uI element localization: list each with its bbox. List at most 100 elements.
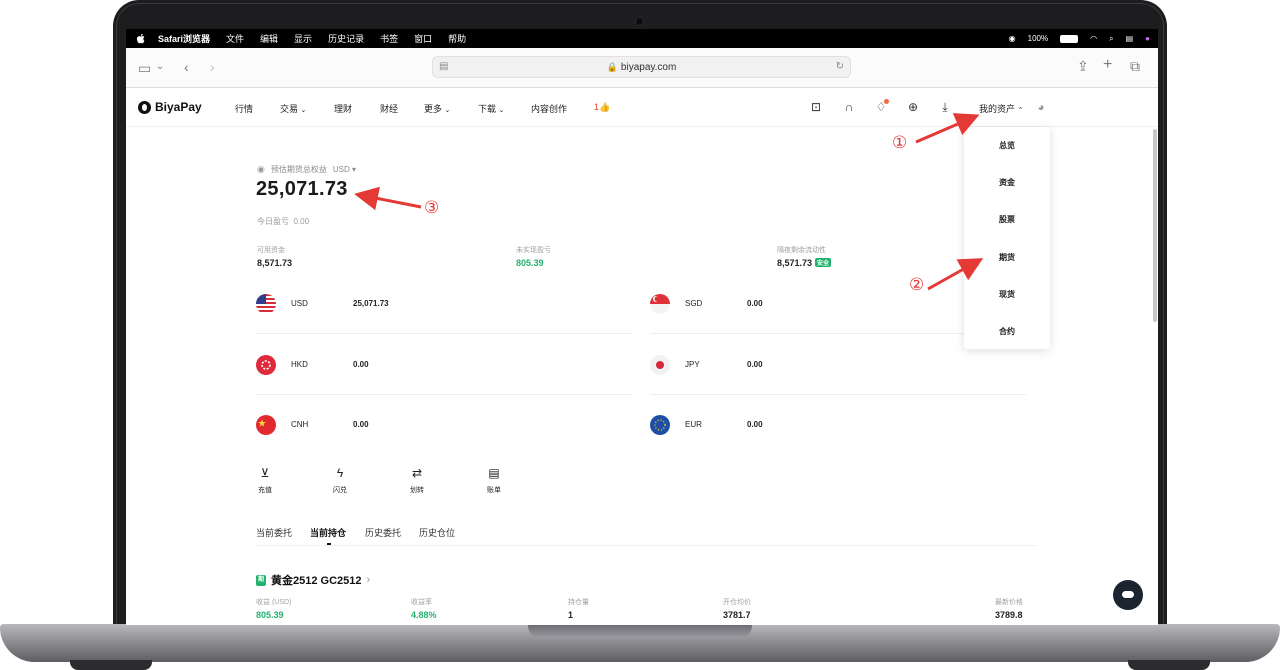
- currency-value: 0.00: [747, 299, 763, 308]
- reader-icon[interactable]: ▤: [439, 61, 448, 72]
- reload-icon[interactable]: ↻: [836, 61, 844, 72]
- flash-exchange-label: 闪兑: [333, 487, 347, 494]
- statement-label: 账单: [487, 487, 501, 494]
- menu-window[interactable]: 窗口: [414, 32, 432, 45]
- tab-position-history[interactable]: 历史仓位: [419, 526, 455, 539]
- tab-overview-icon[interactable]: ⧉: [1130, 59, 1140, 73]
- position-qty-label: 持仓量: [568, 599, 589, 606]
- wallet-icon[interactable]: ⊡: [809, 100, 823, 114]
- download-icon[interactable]: ⤓: [938, 100, 952, 114]
- my-assets-menu[interactable]: 我的资产 ⌃: [979, 102, 1023, 115]
- menu-edit[interactable]: 编辑: [260, 32, 278, 45]
- position-last-price-value: 3789.8: [995, 610, 1023, 620]
- position-header[interactable]: 期 黄金2512 GC2512 ›: [256, 572, 370, 588]
- cn-flag-icon: [256, 415, 276, 435]
- flash-exchange-button[interactable]: ϟ 闪兑: [325, 465, 355, 495]
- address-bar[interactable]: ▤ 🔒 biyapay.com ↻: [432, 56, 851, 78]
- nav-download-label: 下载: [478, 104, 497, 114]
- user-status-icon[interactable]: ◉: [1009, 34, 1016, 43]
- url-text: biyapay.com: [620, 61, 677, 73]
- hk-flag-icon: [256, 355, 276, 375]
- position-pnl: 收益 (USD) 805.39: [256, 597, 291, 620]
- nav-news[interactable]: 财经: [380, 102, 398, 115]
- transfer-label: 划转: [410, 487, 424, 494]
- apple-icon[interactable]: [136, 33, 146, 44]
- dropdown-item-stocks[interactable]: 股票: [964, 214, 1050, 225]
- position-open-price-value: 3781.7: [723, 610, 751, 620]
- currency-code: CNH: [291, 420, 309, 429]
- bell-icon[interactable]: ♢: [874, 99, 889, 114]
- battery-icon[interactable]: [1060, 34, 1079, 43]
- back-icon[interactable]: ‹: [184, 60, 189, 74]
- annotation-3: ③: [424, 198, 440, 218]
- currency-code: SGD: [685, 299, 703, 308]
- nav-trade-label: 交易: [280, 104, 299, 114]
- currency-code: JPY: [685, 360, 700, 369]
- nav-wealth[interactable]: 理财: [334, 102, 352, 115]
- nav-trade[interactable]: 交易 ⌄: [280, 102, 306, 115]
- dropdown-item-funds[interactable]: 资金: [964, 177, 1050, 188]
- menu-help[interactable]: 帮助: [448, 32, 466, 45]
- currency-select[interactable]: USD ▾: [333, 165, 356, 174]
- chevron-down-icon[interactable]: ⌄: [156, 60, 164, 74]
- sg-flag-icon: [650, 294, 670, 314]
- position-return-value: 4.88%: [411, 610, 437, 620]
- menu-app-name[interactable]: Safari浏览器: [158, 32, 210, 45]
- tab-open-orders[interactable]: 当前委托: [256, 526, 292, 539]
- eu-flag-icon: [650, 415, 670, 435]
- annotation-2: ②: [909, 275, 925, 295]
- globe-icon[interactable]: ⊕: [906, 100, 920, 114]
- menu-bookmarks[interactable]: 书签: [380, 32, 398, 45]
- currency-row-cnh: CNH 0.00: [256, 415, 632, 455]
- siri-icon[interactable]: ●: [1145, 34, 1150, 43]
- dropdown-item-overview[interactable]: 总览: [964, 140, 1050, 151]
- menu-view[interactable]: 显示: [294, 32, 312, 45]
- new-tab-icon[interactable]: +: [1103, 57, 1112, 73]
- currency-row-eur: EUR 0.00: [650, 415, 1026, 455]
- screen: Safari浏览器 文件 编辑 显示 历史记录 书签 窗口 帮助 ◉ 100% …: [126, 29, 1158, 625]
- nav-promo[interactable]: 1👍: [594, 102, 610, 113]
- page-scrollbar[interactable]: [1153, 129, 1157, 322]
- currency-value: 0.00: [353, 420, 369, 429]
- eye-icon[interactable]: ◉: [257, 164, 265, 175]
- battery-percent: 100%: [1027, 34, 1049, 43]
- equity-label-row: ◉ 预估期货总权益 USD ▾: [257, 164, 356, 175]
- dropdown-item-futures[interactable]: 期货: [964, 252, 1050, 263]
- forward-icon[interactable]: ›: [210, 60, 215, 74]
- headset-icon[interactable]: ∩: [842, 100, 856, 114]
- tab-order-history[interactable]: 历史委托: [365, 526, 401, 539]
- chat-button[interactable]: [1113, 580, 1143, 610]
- position-qty-value: 1: [568, 610, 574, 620]
- site-logo[interactable]: BiyaPay: [138, 100, 202, 114]
- jp-flag-icon: [650, 355, 670, 375]
- today-pl-value: 0.00: [293, 217, 310, 226]
- nav-market[interactable]: 行情: [235, 102, 253, 115]
- dropdown-item-contracts[interactable]: 合约: [964, 326, 1050, 337]
- spotlight-icon[interactable]: ⌕: [1109, 34, 1113, 44]
- position-pnl-label: 收益 (USD): [256, 599, 292, 606]
- wifi-icon[interactable]: ◠: [1090, 34, 1097, 43]
- document-icon: ▤: [488, 466, 500, 480]
- futures-badge: 期: [256, 574, 266, 586]
- nav-create[interactable]: 内容创作: [531, 102, 567, 115]
- position-last-price: 最新价格 3789.8: [995, 597, 1023, 620]
- tab-positions[interactable]: 当前持仓: [310, 526, 346, 539]
- stat-available-value: 8,571.73: [257, 258, 293, 268]
- control-center-icon[interactable]: ▤: [1126, 34, 1134, 43]
- position-open-price-label: 开仓均价: [723, 599, 751, 606]
- share-icon[interactable]: ⇪: [1077, 59, 1089, 73]
- stat-unrealized-label: 未实现盈亏: [516, 247, 551, 254]
- menu-file[interactable]: 文件: [226, 32, 244, 45]
- nav-download[interactable]: 下载 ⌄: [478, 102, 504, 115]
- chevron-down-icon: ⌄: [300, 107, 307, 114]
- statement-button[interactable]: ▤ 账单: [479, 465, 509, 495]
- sidebar-toggle-icon[interactable]: ▭: [138, 61, 151, 75]
- menu-history[interactable]: 历史记录: [328, 32, 364, 45]
- currency-value: 25,071.73: [353, 299, 389, 308]
- avatar-icon[interactable]: ◕: [1034, 100, 1048, 114]
- deposit-button[interactable]: ⊻ 充值: [250, 465, 280, 495]
- dropdown-item-spot[interactable]: 现货: [964, 289, 1050, 300]
- nav-more[interactable]: 更多 ⌄: [424, 102, 450, 115]
- transfer-button[interactable]: ⇄ 划转: [402, 465, 432, 495]
- stat-available-label: 可用资金: [257, 247, 285, 254]
